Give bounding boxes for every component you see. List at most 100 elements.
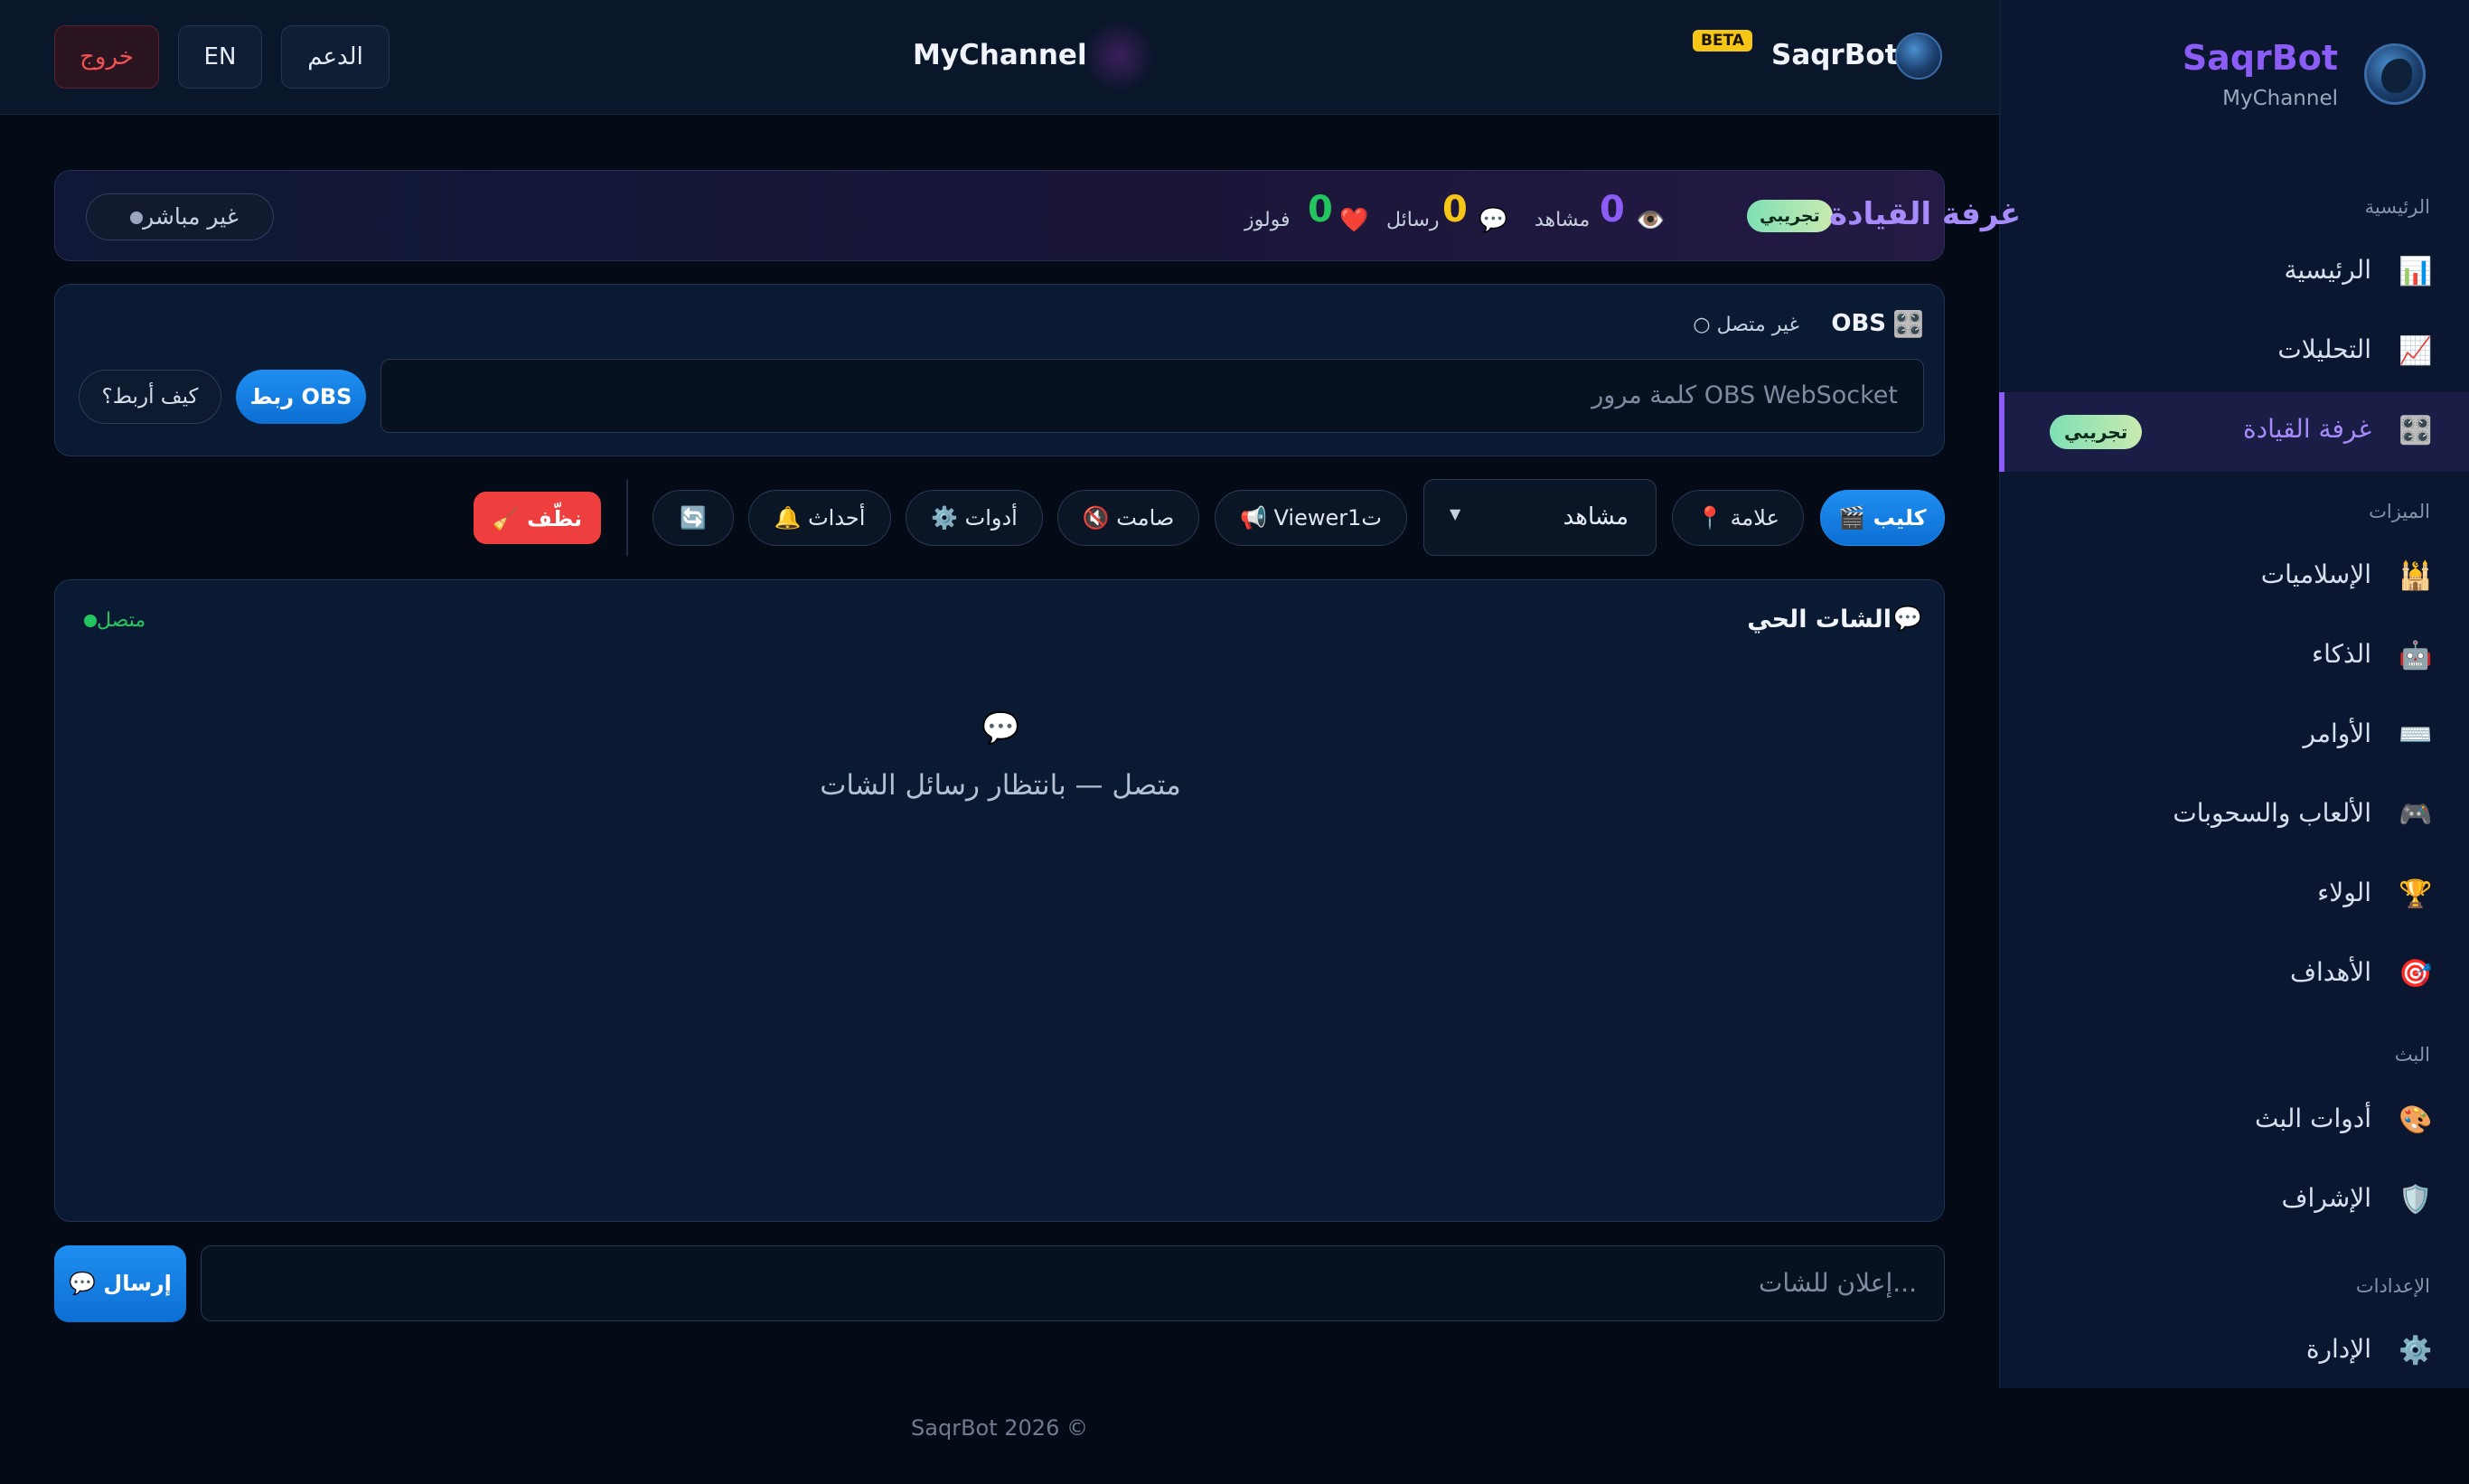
- sidebar-item-label: الإدارة: [2305, 1334, 2371, 1364]
- obs-connection-status: ○ غير متصل: [1693, 314, 1799, 336]
- stats-bar: غير مباشر فولوز 0 ❤️ رسائل 0 💬 مشاهد 0 👁…: [54, 170, 2021, 261]
- sidebar-item-commands[interactable]: ⌨️ الأوامر: [1999, 697, 2469, 776]
- sidebar-item-islamic[interactable]: 🕌 الإسلاميات: [1999, 538, 2469, 617]
- sidebar-item-label: التحليلات: [2277, 334, 2371, 364]
- sidebar-item-home[interactable]: 📊 الرئيسية: [1999, 233, 2469, 313]
- sidebar-item-moderation[interactable]: 🛡️ الإشراف: [1999, 1161, 2469, 1241]
- obs-help-button[interactable]: كيف أربط؟: [79, 370, 221, 424]
- robot-icon: 🤖: [2399, 640, 2433, 672]
- stat-messages-value: 0: [1442, 189, 1468, 230]
- sidebar-item-games[interactable]: 🎮 الألعاب والسحوبات: [1999, 776, 2469, 856]
- viewer-select[interactable]: مشاهد ▼: [1423, 479, 1657, 556]
- support-button[interactable]: الدعم: [281, 25, 390, 89]
- falcon-logo-icon: [1895, 33, 1942, 80]
- page-title: غرفة القيادة: [1829, 196, 2022, 232]
- channel-title: MyChannel: [913, 39, 1087, 71]
- toolbar-divider: [626, 479, 628, 556]
- section-label-settings: الإعدادات: [2355, 1275, 2430, 1297]
- send-announcement-button[interactable]: 💬 إرسال: [54, 1245, 186, 1322]
- chat-empty-message: متصل — بانتظار رسائل الشات: [820, 769, 1181, 802]
- section-label-home: الرئيسية: [2364, 196, 2430, 218]
- sidebar-item-label: أدوات البث: [2254, 1104, 2371, 1133]
- control-knobs-icon: 🎛️: [2399, 415, 2433, 446]
- falcon-logo-icon: [2364, 43, 2426, 105]
- obs-title: OBS: [1831, 310, 1886, 337]
- sidebar-channel-name: MyChannel: [2222, 87, 2338, 110]
- refresh-button[interactable]: 🔄: [652, 490, 734, 546]
- sidebar-item-label: الإسلاميات: [2260, 559, 2371, 589]
- chat-title: الشات الحي: [1747, 606, 1892, 634]
- sidebar-item-command-room[interactable]: 🎛️ غرفة القيادة تجريبي: [1999, 392, 2469, 472]
- sidebar-item-label: الإشراف: [2281, 1183, 2371, 1213]
- sidebar-item-goals[interactable]: 🎯 الأهداف: [1999, 935, 2469, 1015]
- trophy-icon: 🏆: [2399, 878, 2433, 910]
- clean-chat-button[interactable]: 🧹 نظّف: [474, 492, 601, 544]
- gear-icon: ⚙️: [2399, 1335, 2433, 1367]
- gamepad-icon: 🎮: [2399, 799, 2433, 831]
- events-button[interactable]: 🔔 أحداث: [748, 490, 891, 546]
- beta-badge: تجريبي: [1747, 200, 1833, 232]
- sidebar-bottom-filler: [1999, 1388, 2469, 1484]
- chat-connection-status: متصل: [77, 609, 146, 632]
- sidebar-item-stream-tools[interactable]: 🎨 أدوات البث: [1999, 1082, 2469, 1161]
- eye-icon: 👁️: [1636, 207, 1666, 234]
- bar-chart-icon: 📊: [2399, 256, 2433, 287]
- section-label-stream: البث: [2394, 1044, 2430, 1066]
- announcement-input[interactable]: إعلان للشات...: [201, 1245, 1945, 1321]
- shoutout-button[interactable]: 📢 Viewer1ت: [1215, 490, 1407, 546]
- stat-follows: فولوز 0 ❤️: [1244, 189, 1407, 243]
- status-dot-icon: [130, 211, 144, 224]
- stat-viewers: مشاهد 0 👁️: [1535, 189, 1715, 243]
- beta-badge: تجريبي: [2050, 415, 2143, 449]
- section-label-features: الميزات: [2369, 501, 2430, 522]
- stat-follows-label: فولوز: [1244, 209, 1291, 231]
- language-toggle-button[interactable]: EN: [178, 25, 262, 89]
- trend-chart-icon: 📈: [2399, 335, 2433, 367]
- mute-button[interactable]: 🔇 صامت: [1057, 490, 1199, 546]
- sidebar-item-analytics[interactable]: 📈 التحليلات: [1999, 313, 2469, 392]
- decorative-glow: [1083, 20, 1155, 92]
- top-brand-name: SaqrBot: [1771, 39, 1899, 71]
- keyboard-icon: ⌨️: [2399, 719, 2433, 751]
- status-dot-icon: [84, 615, 97, 627]
- sidebar-item-loyalty[interactable]: 🏆 الولاء: [1999, 856, 2469, 935]
- clip-button[interactable]: 🎬 كليب: [1820, 490, 1945, 546]
- sidebar-item-label: الرئيسية: [2284, 255, 2371, 285]
- stat-follows-value: 0: [1308, 189, 1333, 230]
- tools-button[interactable]: ⚙️ أدوات: [906, 490, 1043, 546]
- obs-password-input[interactable]: كلمة مرور OBS WebSocket: [380, 359, 1924, 433]
- sidebar-item-label: الأوامر: [2303, 719, 2372, 748]
- sidebar-item-label: غرفة القيادة: [2243, 414, 2371, 444]
- obs-panel: 🎛️ OBS ○ غير متصل كلمة مرور OBS WebSocke…: [54, 284, 1945, 456]
- viewer-select-value: مشاهد: [1563, 503, 1629, 531]
- sidebar-item-ai[interactable]: 🤖 الذكاء: [1999, 617, 2469, 697]
- sidebar: SaqrBot MyChannel الرئيسية 📊 الرئيسية 📈 …: [1999, 0, 2469, 1388]
- mosque-icon: 🕌: [2399, 560, 2433, 592]
- sidebar-item-admin[interactable]: ⚙️ الإدارة: [1999, 1312, 2469, 1392]
- footer-copyright: SaqrBot 2026 ©: [911, 1415, 1088, 1441]
- marker-button[interactable]: 📍 علامة: [1672, 490, 1804, 546]
- palette-icon: 🎨: [2399, 1104, 2433, 1136]
- heart-icon: ❤️: [1339, 207, 1369, 234]
- live-status-label: غير مباشر: [143, 203, 239, 230]
- stat-viewers-value: 0: [1600, 189, 1625, 230]
- top-bar: خروج EN الدعم MyChannel BETA SaqrBot: [0, 0, 1999, 115]
- live-chat-panel: 💬 الشات الحي متصل 💬 متصل — بانتظار رسائل…: [54, 579, 1945, 1222]
- speech-bubble-icon: 💬: [1892, 606, 1922, 633]
- control-knobs-icon: 🎛️: [1892, 309, 1924, 339]
- live-status-pill: غير مباشر: [86, 193, 274, 240]
- speech-bubble-icon: 💬: [981, 710, 1020, 747]
- chat-status-label: متصل: [97, 609, 146, 632]
- shield-icon: 🛡️: [2399, 1184, 2433, 1216]
- footer: SaqrBot 2026 ©: [0, 1388, 1999, 1484]
- sidebar-brand: SaqrBot: [2182, 38, 2338, 78]
- stat-messages-label: رسائل: [1386, 209, 1440, 231]
- beta-badge: BETA: [1693, 30, 1753, 52]
- logout-button[interactable]: خروج: [54, 25, 159, 89]
- sidebar-item-label: الأهداف: [2289, 957, 2371, 987]
- sidebar-item-label: الذكاء: [2311, 639, 2371, 669]
- sidebar-item-label: الألعاب والسحوبات: [2173, 798, 2371, 828]
- obs-connect-button[interactable]: ربط OBS: [236, 370, 366, 424]
- target-icon: 🎯: [2399, 958, 2433, 990]
- chevron-down-icon: ▼: [1450, 505, 1461, 522]
